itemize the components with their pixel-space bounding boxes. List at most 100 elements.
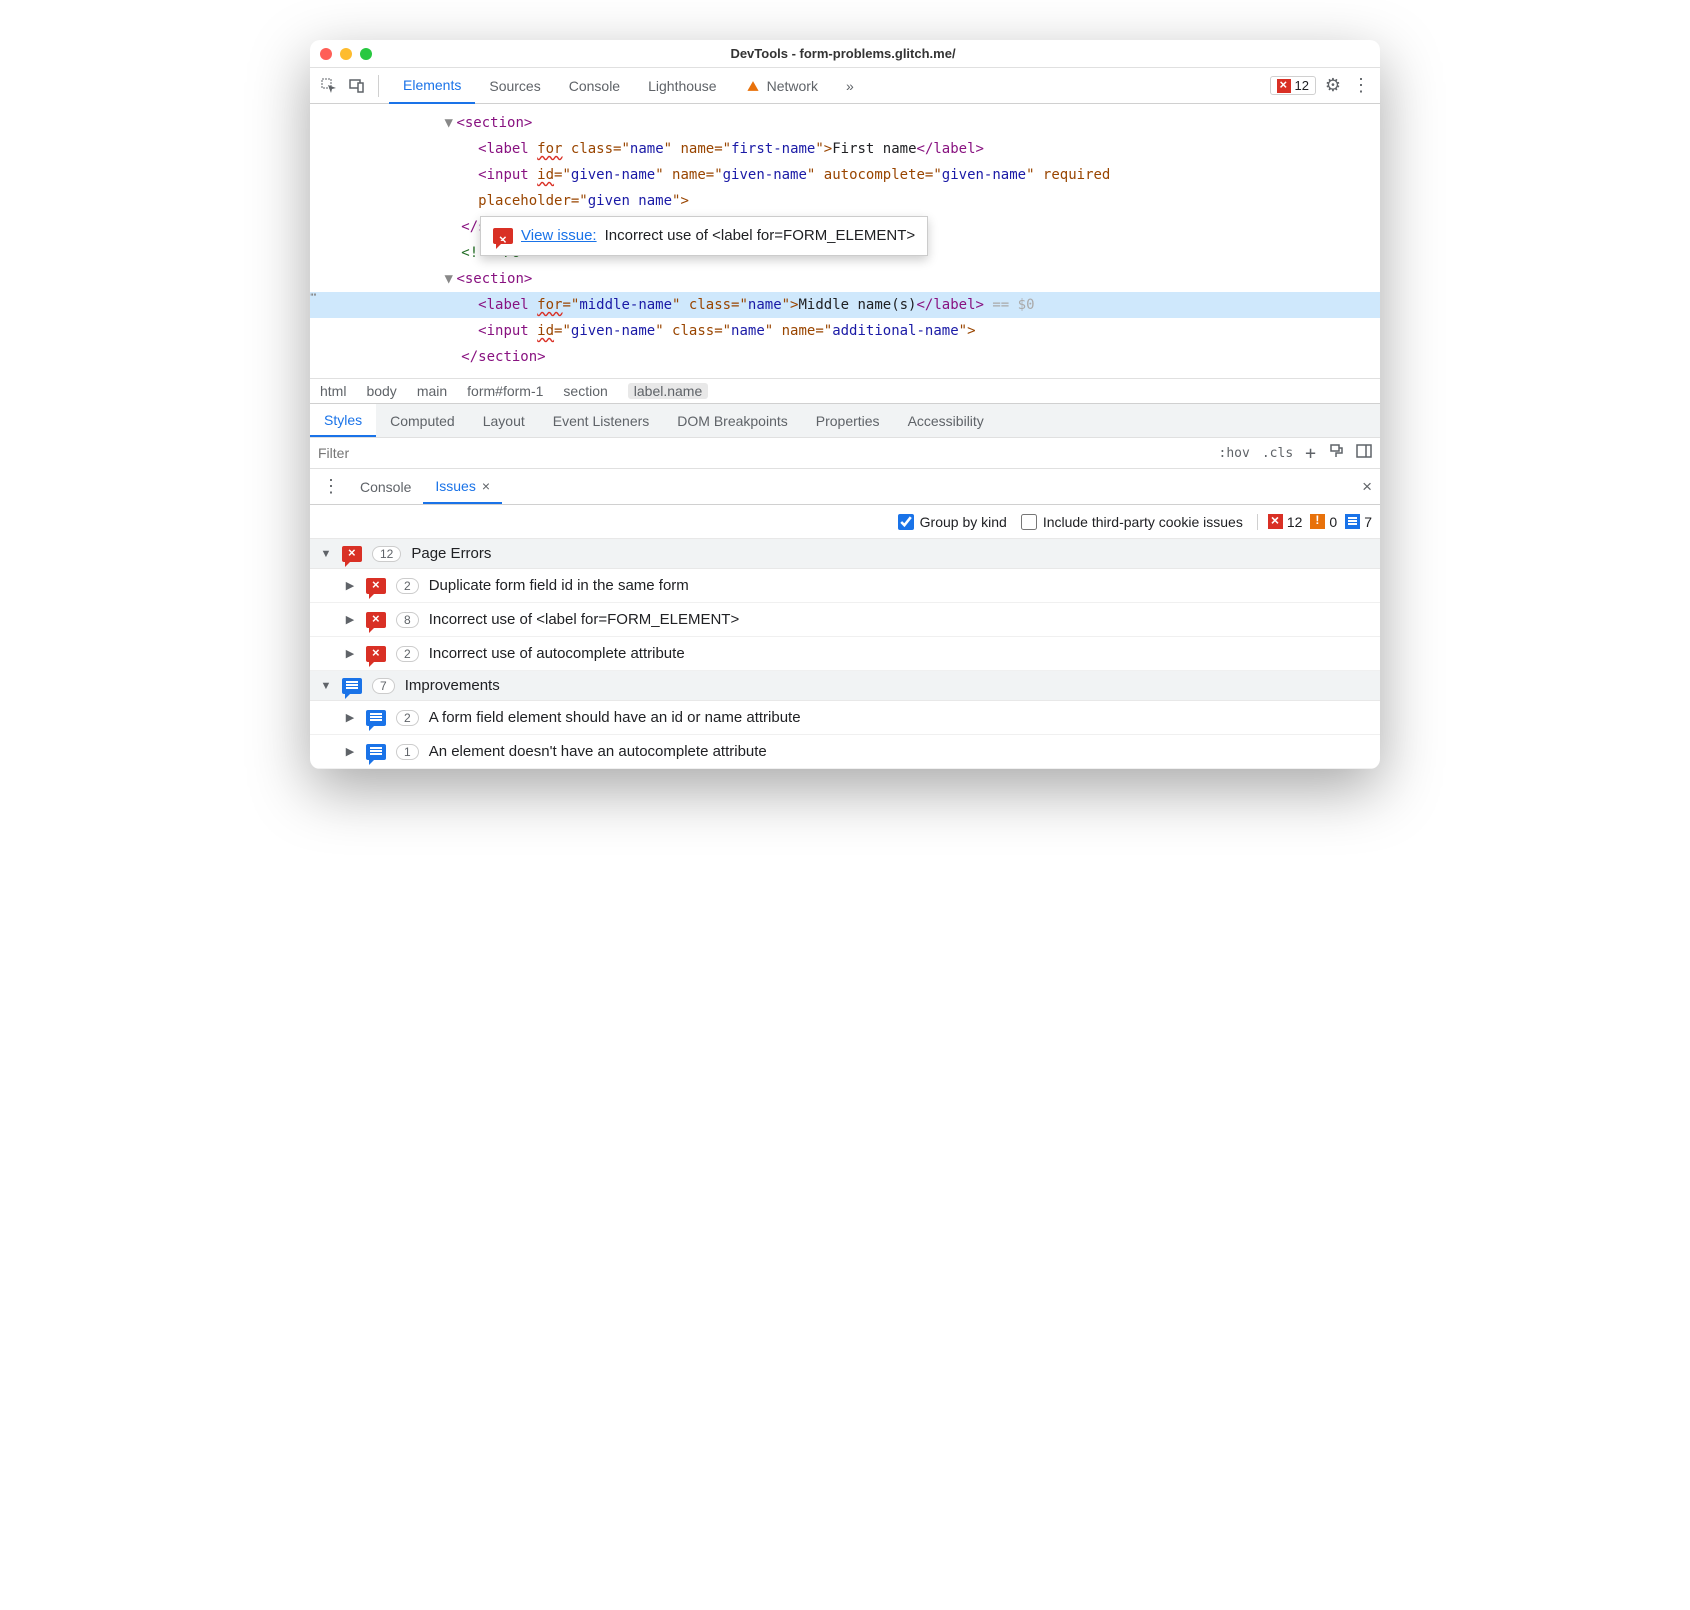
dom-line[interactable]: <input id="given-name" class="name" name… [310, 318, 1380, 344]
close-tab-icon[interactable]: × [482, 478, 490, 494]
error-icon [1277, 79, 1291, 93]
dom-breadcrumb: html body main form#form-1 section label… [310, 378, 1380, 403]
issue-counts: 12 0 7 [1257, 514, 1372, 530]
close-window-icon[interactable] [320, 48, 332, 60]
maximize-window-icon[interactable] [360, 48, 372, 60]
issue-group-improvements[interactable]: 7 Improvements [310, 671, 1380, 701]
dom-line[interactable]: ▼<section> [310, 110, 1380, 136]
error-icon [1268, 514, 1283, 529]
crumb[interactable]: main [417, 383, 447, 399]
issues-toolbar: Group by kind Include third-party cookie… [310, 505, 1380, 539]
sidetab-dom-breakpoints[interactable]: DOM Breakpoints [663, 404, 801, 437]
settings-gear-icon[interactable]: ⚙ [1322, 75, 1344, 97]
error-count[interactable]: 12 [1268, 514, 1303, 530]
error-speech-icon: × [366, 578, 386, 594]
kebab-menu-icon[interactable]: ⋮ [1350, 75, 1372, 97]
info-count[interactable]: 7 [1345, 514, 1372, 530]
group-by-kind-checkbox[interactable]: Group by kind [898, 514, 1007, 530]
error-speech-icon: × [366, 646, 386, 662]
drawer-kebab-icon[interactable]: ⋮ [314, 469, 348, 504]
issue-text: A form field element should have an id o… [429, 709, 801, 726]
traffic-lights [320, 48, 372, 60]
more-tabs-button[interactable]: » [832, 68, 868, 104]
window-title: DevTools - form-problems.glitch.me/ [372, 46, 1314, 61]
dom-line-selected[interactable]: <label for="middle-name" class="name">Mi… [310, 292, 1380, 318]
crumb[interactable]: html [320, 383, 346, 399]
new-style-rule-icon[interactable]: + [1305, 443, 1316, 464]
dom-tree[interactable]: ⋯ ▼<section> <label for class="name" nam… [310, 104, 1380, 378]
issue-count-badge: 2 [396, 646, 419, 662]
main-toolbar: Elements Sources Console Lighthouse Netw… [310, 68, 1380, 104]
issue-item[interactable]: × 8 Incorrect use of <label for=FORM_ELE… [310, 603, 1380, 637]
cls-toggle[interactable]: .cls [1262, 446, 1293, 461]
device-toggle-icon[interactable] [346, 75, 368, 97]
issue-item[interactable]: 1 An element doesn't have an autocomplet… [310, 735, 1380, 769]
styles-filter-input[interactable] [318, 445, 1207, 461]
crumb[interactable]: form#form-1 [467, 383, 543, 399]
sidetab-styles[interactable]: Styles [310, 404, 376, 437]
issue-tooltip: × View issue: Incorrect use of <label fo… [480, 216, 928, 256]
issue-item[interactable]: 2 A form field element should have an id… [310, 701, 1380, 735]
issue-group-page-errors[interactable]: × 12 Page Errors [310, 539, 1380, 569]
sidetab-event-listeners[interactable]: Event Listeners [539, 404, 664, 437]
issue-count-badge: 2 [396, 578, 419, 594]
warning-icon [1310, 514, 1325, 529]
dom-line[interactable]: </section> [310, 344, 1380, 370]
info-icon [1345, 514, 1360, 529]
expand-icon[interactable] [344, 613, 356, 626]
sidetab-accessibility[interactable]: Accessibility [894, 404, 998, 437]
sidetab-properties[interactable]: Properties [802, 404, 894, 437]
issue-text: An element doesn't have an autocomplete … [429, 743, 767, 760]
drawer-tab-console[interactable]: Console [348, 469, 423, 504]
crumb-active[interactable]: label.name [628, 383, 709, 399]
sidetab-computed[interactable]: Computed [376, 404, 469, 437]
crumb[interactable]: body [366, 383, 396, 399]
hov-toggle[interactable]: :hov [1219, 446, 1250, 461]
crumb[interactable]: section [563, 383, 607, 399]
group-label: Improvements [405, 677, 500, 694]
issue-count-badge: 2 [396, 710, 419, 726]
warning-count[interactable]: 0 [1310, 514, 1337, 530]
expand-icon[interactable] [344, 745, 356, 758]
dom-line[interactable]: <input id="given-name" name="given-name"… [310, 162, 1380, 188]
dom-line[interactable]: <label for class="name" name="first-name… [310, 136, 1380, 162]
tab-lighthouse[interactable]: Lighthouse [634, 68, 731, 104]
issue-count-badge: 1 [396, 744, 419, 760]
dom-line[interactable]: placeholder="given name"> [310, 188, 1380, 214]
issue-count-badge: 8 [396, 612, 419, 628]
issue-text: Incorrect use of autocomplete attribute [429, 645, 685, 662]
error-speech-icon: × [342, 546, 362, 562]
sidetab-layout[interactable]: Layout [469, 404, 539, 437]
drawer-close-icon[interactable]: × [1354, 469, 1380, 504]
drawer-tab-issues[interactable]: Issues × [423, 469, 502, 504]
tab-network[interactable]: Network [731, 68, 832, 104]
panel-toggle-icon[interactable] [1356, 443, 1372, 463]
styles-filter-bar: :hov .cls + [310, 437, 1380, 469]
issue-item[interactable]: × 2 Duplicate form field id in the same … [310, 569, 1380, 603]
dom-line[interactable]: ▼<section> [310, 266, 1380, 292]
issue-item[interactable]: × 2 Incorrect use of autocomplete attrib… [310, 637, 1380, 671]
expand-icon[interactable] [344, 711, 356, 724]
expand-icon[interactable] [320, 680, 332, 692]
error-count-badge[interactable]: 12 [1270, 76, 1316, 95]
tab-sources[interactable]: Sources [475, 68, 554, 104]
tab-elements[interactable]: Elements [389, 68, 475, 104]
warning-icon [747, 81, 758, 91]
expand-icon[interactable] [344, 579, 356, 592]
expand-icon[interactable] [344, 647, 356, 660]
group-count-badge: 7 [372, 678, 395, 694]
third-party-checkbox[interactable]: Include third-party cookie issues [1021, 514, 1243, 530]
view-issue-link[interactable]: View issue: [521, 223, 597, 249]
info-speech-icon [366, 710, 386, 726]
issue-text: Incorrect use of <label for=FORM_ELEMENT… [429, 611, 740, 628]
paint-icon[interactable] [1328, 443, 1344, 463]
error-speech-icon: × [366, 612, 386, 628]
gutter-dots-icon[interactable]: ⋯ [310, 282, 317, 308]
info-speech-icon [342, 678, 362, 694]
minimize-window-icon[interactable] [340, 48, 352, 60]
info-speech-icon [366, 744, 386, 760]
inspect-element-icon[interactable] [318, 75, 340, 97]
expand-icon[interactable] [320, 548, 332, 560]
separator [378, 75, 379, 97]
tab-console[interactable]: Console [555, 68, 634, 104]
